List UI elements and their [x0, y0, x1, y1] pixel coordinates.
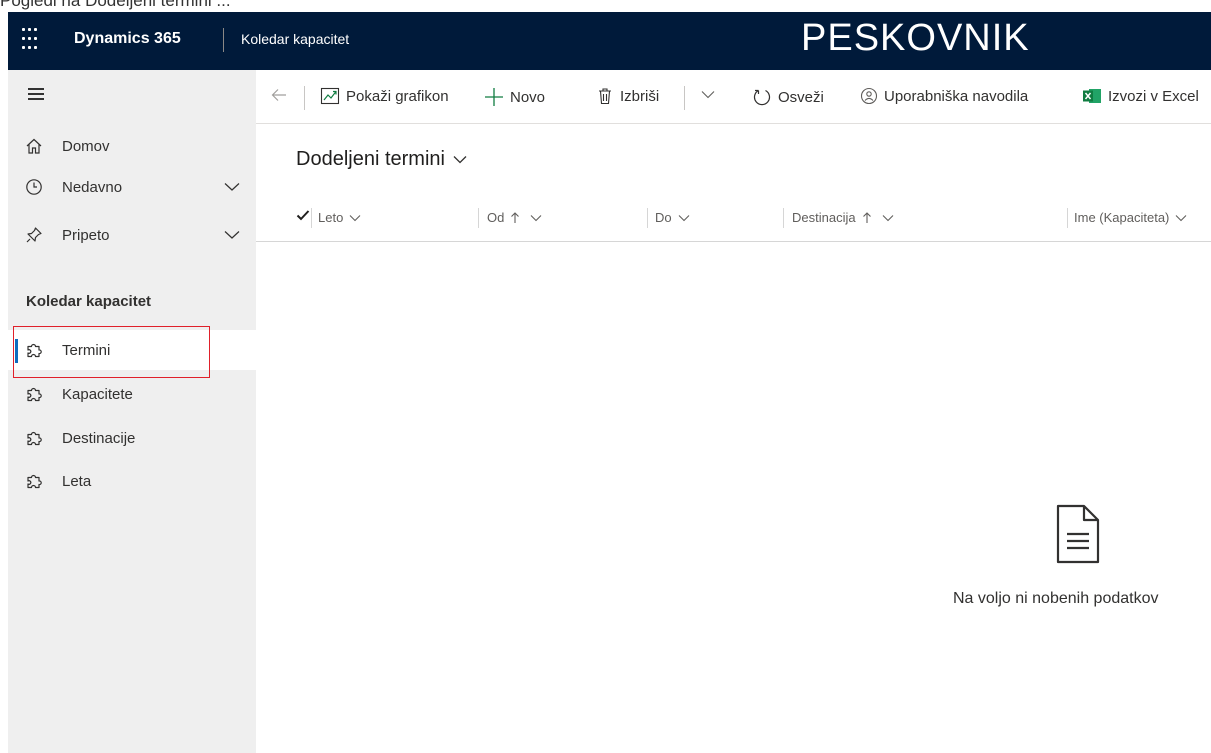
export-excel-button[interactable]: Izvozi v Excel — [1082, 87, 1199, 105]
empty-state-message: Na voljo ni nobenih podatkov — [953, 590, 1159, 607]
top-strip-text: Pogledi na Dodeljeni termini ... — [0, 0, 231, 10]
sidebar-item-label: Kapacitete — [62, 385, 133, 403]
new-button[interactable]: Novo — [484, 87, 545, 107]
nav-recent[interactable]: Nedavno — [8, 167, 256, 207]
home-icon — [24, 136, 44, 156]
nav-home[interactable]: Domov — [8, 126, 256, 166]
puzzle-icon — [24, 471, 44, 491]
show-chart-label: Pokaži grafikon — [346, 87, 449, 105]
column-label: Do — [655, 210, 672, 225]
column-label: Leto — [318, 210, 344, 225]
column-label: Od — [487, 210, 505, 225]
select-all-checkbox[interactable] — [290, 208, 310, 222]
hamburger-icon[interactable] — [28, 88, 44, 100]
sidebar-item-leta[interactable]: Leta — [8, 461, 256, 501]
sidebar-item-label: Leta — [62, 472, 92, 490]
chevron-down-icon — [1175, 214, 1187, 221]
header-divider — [223, 28, 224, 52]
sidebar-item-label: Destinacije — [62, 429, 136, 447]
chevron-down-icon — [349, 214, 361, 221]
chevron-down-icon[interactable] — [224, 227, 240, 244]
nav-pinned[interactable]: Pripeto — [8, 215, 256, 255]
column-label: Destinacija — [792, 210, 856, 225]
command-bar: Pokaži grafikon Novo Izbriši Osveži Upor… — [256, 70, 1211, 124]
app-header: Dynamics 365 Koledar kapacitet PESKOVNIK — [8, 12, 1211, 70]
nav-recent-label: Nedavno — [62, 178, 123, 196]
column-header-od[interactable]: Od — [487, 210, 542, 225]
delete-label: Izbriši — [620, 87, 660, 105]
export-excel-label: Izvozi v Excel — [1108, 87, 1199, 105]
sort-ascending-icon — [511, 211, 520, 223]
column-header-do[interactable]: Do — [655, 210, 690, 225]
user-guide-button[interactable]: Uporabniška navodila — [860, 87, 1028, 105]
chevron-down-icon[interactable] — [224, 179, 240, 196]
nav-group-title: Koledar kapacitet — [26, 293, 152, 310]
trash-icon — [599, 88, 611, 105]
column-label: Ime (Kapaciteta) — [1074, 210, 1170, 225]
environment-name: PESKOVNIK — [801, 17, 1030, 59]
refresh-label: Osveži — [778, 88, 824, 106]
view-selector[interactable]: Dodeljeni termini — [296, 148, 467, 171]
refresh-icon — [753, 89, 771, 106]
nav-home-label: Domov — [62, 137, 110, 155]
app-name[interactable]: Dynamics 365 — [74, 30, 181, 48]
chart-icon — [320, 87, 340, 105]
column-header-destinacija[interactable]: Destinacija — [792, 210, 894, 225]
area-name[interactable]: Koledar kapacitet — [241, 31, 349, 47]
show-chart-button[interactable]: Pokaži grafikon — [320, 87, 449, 105]
sidebar: Domov Nedavno Pripeto Koledar kapacitet … — [8, 70, 256, 753]
grid-header: Leto Od Do Destinacija Ime (Kapaciteta) — [256, 198, 1211, 242]
puzzle-icon — [24, 428, 44, 448]
excel-icon — [1083, 89, 1101, 103]
delete-button[interactable]: Izbriši — [596, 87, 659, 105]
pin-icon — [24, 225, 44, 245]
document-icon — [1055, 503, 1101, 570]
top-strip: Pogledi na Dodeljeni termini ... — [0, 0, 1211, 12]
view-title: Dodeljeni termini — [296, 148, 445, 170]
plus-icon — [485, 88, 503, 106]
chevron-down-icon — [882, 214, 893, 221]
refresh-button[interactable]: Osveži — [752, 87, 824, 107]
user-guide-label: Uporabniška navodila — [884, 87, 1029, 105]
app-launcher-icon[interactable] — [22, 28, 38, 52]
sidebar-item-destinacije[interactable]: Destinacije — [8, 418, 256, 458]
chevron-down-icon — [530, 214, 542, 221]
chevron-down-icon — [453, 156, 467, 164]
column-header-leto[interactable]: Leto — [318, 210, 361, 225]
chevron-down-icon — [701, 91, 715, 99]
highlight-annotation — [13, 326, 210, 378]
new-label: Novo — [510, 88, 546, 106]
user-guide-icon — [860, 87, 878, 105]
chevron-down-icon — [678, 214, 690, 221]
column-header-ime-kapaciteta[interactable]: Ime (Kapaciteta) — [1074, 210, 1187, 225]
checkmark-icon — [296, 210, 310, 221]
nav-pinned-label: Pripeto — [62, 226, 110, 244]
sort-ascending-icon — [862, 211, 871, 223]
sidebar-item-kapacitete[interactable]: Kapacitete — [8, 374, 256, 414]
puzzle-icon — [24, 384, 44, 404]
more-commands-chevron[interactable] — [701, 90, 721, 99]
back-button[interactable] — [270, 86, 294, 104]
clock-icon — [24, 177, 44, 197]
